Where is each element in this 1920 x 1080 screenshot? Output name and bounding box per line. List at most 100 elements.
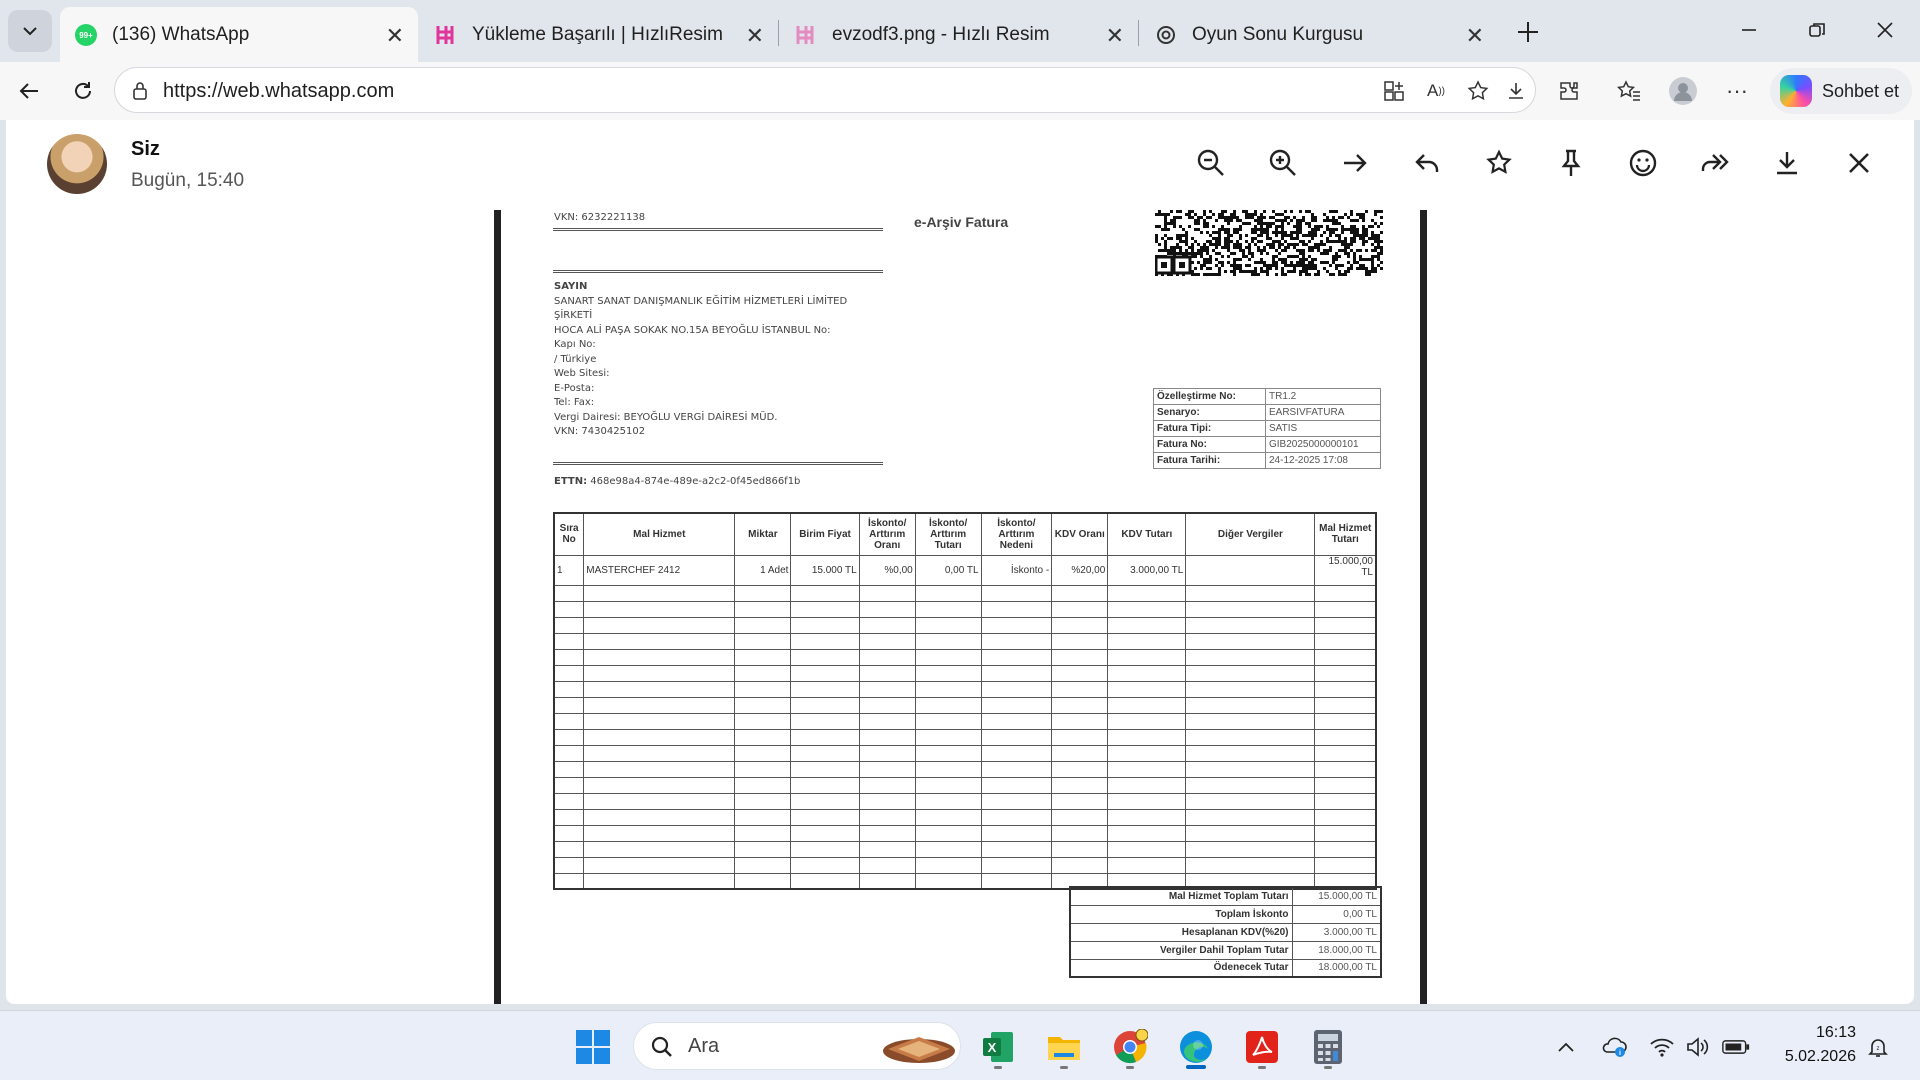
table-cell: 15.000,00 TL <box>1314 554 1377 586</box>
table-cell <box>1314 664 1377 682</box>
close-tab-icon[interactable]: ✕ <box>746 23 764 49</box>
new-tab-button[interactable] <box>1510 14 1546 50</box>
table-cell <box>1185 744 1316 762</box>
table-cell <box>1185 760 1316 778</box>
close-tab-icon[interactable]: ✕ <box>1466 23 1484 49</box>
clock[interactable]: 16:13 5.02.2026 <box>1770 1021 1856 1069</box>
table-cell <box>734 872 792 890</box>
table-cell <box>583 856 736 874</box>
empty-table-row <box>553 712 1377 730</box>
totals-value: 15.000,00 TL <box>1291 886 1382 906</box>
more-options-icon[interactable]: ··· <box>1720 74 1754 108</box>
table-cell <box>553 664 585 682</box>
close-tab-icon[interactable]: ✕ <box>386 23 404 49</box>
close-window-button[interactable] <box>1860 10 1910 50</box>
browser-toolbar: https://web.whatsapp.com A)) ··· Sohbet … <box>0 62 1920 120</box>
empty-table-row <box>553 840 1377 858</box>
table-cell <box>790 664 860 682</box>
notifications-icon[interactable]: z <box>1864 1033 1892 1061</box>
address-bar[interactable]: https://web.whatsapp.com A)) <box>114 67 1536 113</box>
copilot-button[interactable]: Sohbet et <box>1770 68 1912 114</box>
table-cell <box>553 792 585 810</box>
wifi-icon[interactable] <box>1648 1033 1676 1061</box>
profile-avatar-icon[interactable] <box>1666 74 1700 108</box>
table-cell <box>1185 712 1316 730</box>
file-explorer-icon[interactable] <box>1040 1023 1088 1071</box>
read-aloud-icon[interactable]: A)) <box>1423 78 1449 104</box>
tab-yukleme[interactable]: Yükleme Başarılı | HızlıResim ✕ <box>420 7 778 62</box>
favorite-star-icon[interactable] <box>1465 78 1491 104</box>
arrow-right-icon[interactable] <box>1336 144 1374 182</box>
table-cell <box>583 696 736 714</box>
search-highlight-icon[interactable] <box>882 1029 956 1065</box>
volume-icon[interactable] <box>1684 1033 1712 1061</box>
table-cell <box>790 856 860 874</box>
tab-actions-button[interactable] <box>8 10 52 52</box>
excel-icon[interactable]: X <box>974 1023 1022 1071</box>
tab-oyun-sonu[interactable]: Oyun Sonu Kurgusu ✕ <box>1140 7 1498 62</box>
star-icon[interactable] <box>1480 144 1518 182</box>
totals-row: Toplam İskonto 0,00 TL <box>1069 904 1382 924</box>
download-icon[interactable] <box>1768 144 1806 182</box>
table-cell <box>914 824 982 842</box>
totals-row: Hesaplanan KDV(%20) 3.000,00 TL <box>1069 922 1382 942</box>
meta-value: 24-12-2025 17:08 <box>1265 452 1381 469</box>
restore-button[interactable] <box>1792 10 1842 50</box>
table-cell <box>1314 792 1377 810</box>
avatar[interactable] <box>47 134 107 194</box>
favorites-icon[interactable] <box>1612 74 1646 108</box>
emoji-icon[interactable] <box>1624 144 1662 182</box>
pin-icon[interactable] <box>1552 144 1590 182</box>
meta-row: Özelleştirme No: TR1.2 <box>1153 388 1381 405</box>
forward-icon[interactable] <box>1696 144 1734 182</box>
table-cell <box>858 792 916 810</box>
refresh-button[interactable] <box>64 72 102 110</box>
running-indicator <box>1060 1066 1068 1069</box>
extensions-icon[interactable] <box>1552 74 1586 108</box>
download-icon[interactable] <box>1503 78 1529 104</box>
table-cell <box>1107 728 1187 746</box>
table-cell <box>790 792 860 810</box>
start-icon[interactable] <box>569 1023 617 1071</box>
table-cell <box>1185 792 1316 810</box>
reply-icon[interactable] <box>1408 144 1446 182</box>
table-cell <box>553 632 585 650</box>
url-text[interactable]: https://web.whatsapp.com <box>163 80 394 103</box>
table-cell <box>553 728 585 746</box>
meta-key: Fatura Tipi: <box>1153 420 1266 437</box>
table-cell <box>790 744 860 762</box>
edge-icon[interactable] <box>1172 1023 1220 1071</box>
buyer-line: Tel: Fax: <box>554 397 595 408</box>
taskbar-search-box[interactable]: Ara <box>633 1022 961 1070</box>
zoom-out-icon[interactable] <box>1192 144 1230 182</box>
zoom-in-icon[interactable] <box>1264 144 1302 182</box>
tab-evzodf3[interactable]: evzodf3.png - Hızlı Resim ✕ <box>780 7 1138 62</box>
refresh-icon <box>75 82 91 99</box>
onedrive-icon[interactable]: i <box>1600 1033 1628 1061</box>
image-border-right <box>1420 210 1427 1004</box>
acrobat-icon[interactable] <box>1238 1023 1286 1071</box>
table-cell <box>583 776 736 794</box>
table-cell <box>980 744 1053 762</box>
table-cell <box>980 728 1053 746</box>
table-cell <box>553 648 585 666</box>
app-available-icon[interactable] <box>1381 78 1407 104</box>
lock-icon[interactable] <box>127 78 153 104</box>
column-header: Sıra No <box>553 512 585 556</box>
close-tab-icon[interactable]: ✕ <box>1106 23 1124 49</box>
minimize-button[interactable] <box>1724 10 1774 50</box>
calculator-icon[interactable] <box>1304 1023 1352 1071</box>
close-icon[interactable] <box>1840 144 1878 182</box>
battery-icon[interactable] <box>1722 1033 1750 1061</box>
empty-table-row <box>553 664 1377 682</box>
table-cell <box>1314 808 1377 826</box>
table-cell <box>914 680 982 698</box>
divider <box>553 270 883 273</box>
back-button[interactable] <box>10 72 48 110</box>
table-cell <box>980 616 1053 634</box>
close-icon <box>1877 22 1893 38</box>
empty-table-row <box>553 792 1377 810</box>
show-hidden-icons-icon[interactable] <box>1552 1033 1580 1061</box>
chrome-icon[interactable] <box>1106 1023 1154 1071</box>
tab-whatsapp[interactable]: 99+ (136) WhatsApp ✕ <box>60 7 418 62</box>
